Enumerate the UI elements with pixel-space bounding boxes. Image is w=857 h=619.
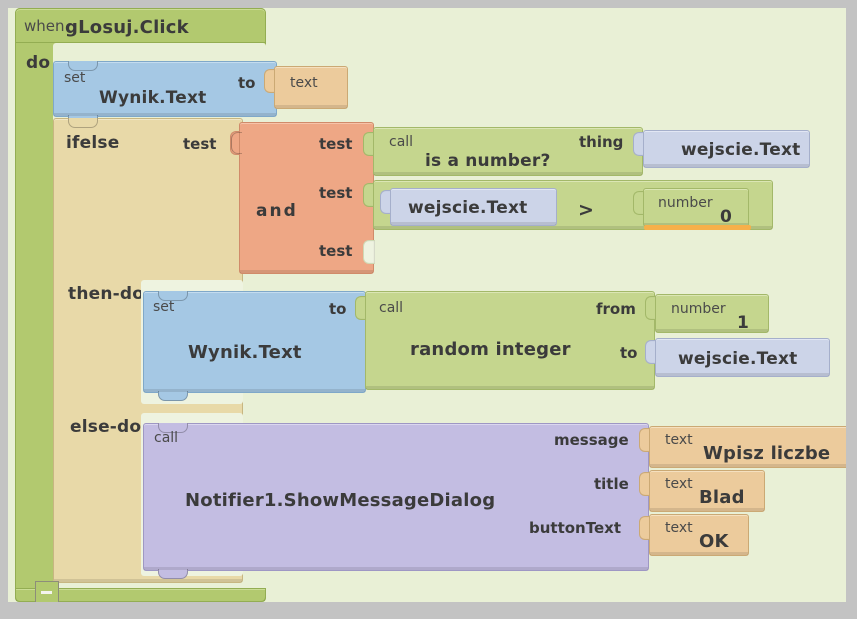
block-shade — [240, 270, 373, 273]
getter-wejscie-text-3-label: wejscie.Text — [678, 349, 798, 369]
notifier-call-keyword: call — [154, 430, 179, 446]
and-test-label-1: test — [319, 135, 353, 153]
and-test-label-2: test — [319, 184, 353, 202]
ifelse-else-label: else-do — [70, 417, 142, 437]
block-shade — [374, 172, 642, 175]
set-random-to-label: to — [329, 300, 347, 318]
text-message-keyword: text — [665, 432, 693, 448]
set-keyword: set — [64, 70, 86, 86]
and-logic-block[interactable] — [239, 122, 374, 274]
comparison-operator[interactable]: > — [578, 201, 594, 220]
block-shade — [366, 386, 654, 389]
block-shade — [650, 508, 764, 511]
notifier-buttontext-label: buttonText — [529, 519, 621, 537]
ifelse-test-label: test — [183, 135, 217, 153]
block-shade — [650, 464, 846, 467]
is-a-number-call-keyword: call — [389, 134, 414, 150]
minus-icon — [41, 591, 52, 594]
event-do-label: do — [26, 53, 51, 73]
number-zero-keyword: number — [658, 195, 713, 211]
set-random-keyword: set — [153, 299, 175, 315]
notifier-method-name: Notifier1.ShowMessageDialog — [185, 490, 496, 511]
selection-highlight — [644, 225, 751, 230]
and-socket-3-empty — [363, 240, 375, 264]
block-shade — [656, 373, 829, 376]
blocks-workspace-canvas[interactable]: when gLosuj.Click do set Wynik.Text to t… — [8, 8, 846, 602]
random-from-label: from — [596, 300, 636, 318]
event-block-name: gLosuj.Click — [65, 17, 189, 38]
and-test-label-3: test — [319, 242, 353, 260]
is-a-number-label: is a number? — [425, 151, 551, 171]
notifier-message-label: message — [554, 431, 629, 449]
block-shade — [144, 567, 648, 570]
getter-wejscie-text-1-label: wejscie.Text — [681, 140, 801, 160]
block-shade — [644, 164, 809, 167]
text-buttontext-value[interactable]: OK — [699, 533, 729, 551]
block-shade — [54, 113, 276, 116]
block-bottom-notch — [158, 569, 188, 579]
block-shade — [650, 552, 748, 555]
text-keyword: text — [290, 75, 318, 91]
set-wynik-text-name: Wynik.Text — [99, 88, 207, 108]
random-integer-label: random integer — [410, 339, 571, 360]
text-buttontext-keyword: text — [665, 520, 693, 536]
getter-wejscie-text-2-label: wejscie.Text — [408, 198, 528, 218]
block-bottom-notch — [158, 391, 188, 401]
text-message-value[interactable]: Wpisz liczbe — [703, 445, 830, 463]
collapse-block-button[interactable] — [35, 581, 59, 602]
text-title-value[interactable]: Blad — [699, 489, 745, 507]
text-title-keyword: text — [665, 476, 693, 492]
random-integer-keyword: call — [379, 300, 404, 316]
block-shade — [144, 389, 365, 392]
ifelse-label: ifelse — [66, 133, 120, 153]
and-label: and — [256, 201, 298, 221]
number-one-value[interactable]: 1 — [737, 315, 749, 332]
event-when-keyword: when — [24, 17, 65, 35]
blocks-editor-screen: when gLosuj.Click do set Wynik.Text to t… — [0, 0, 857, 619]
block-shade — [656, 329, 768, 332]
block-shade — [54, 579, 242, 582]
ifelse-then-label: then-do — [68, 284, 145, 304]
number-zero-value[interactable]: 0 — [720, 209, 732, 226]
set-random-name: Wynik.Text — [188, 342, 302, 363]
random-to-label: to — [620, 344, 638, 362]
number-one-keyword: number — [671, 301, 726, 317]
block-top-notch — [68, 118, 98, 128]
block-shade — [391, 222, 556, 225]
notifier-title-label: title — [594, 475, 629, 493]
block-shade — [275, 105, 347, 108]
is-a-number-thing-label: thing — [579, 133, 624, 151]
set-to-label: to — [238, 74, 256, 92]
